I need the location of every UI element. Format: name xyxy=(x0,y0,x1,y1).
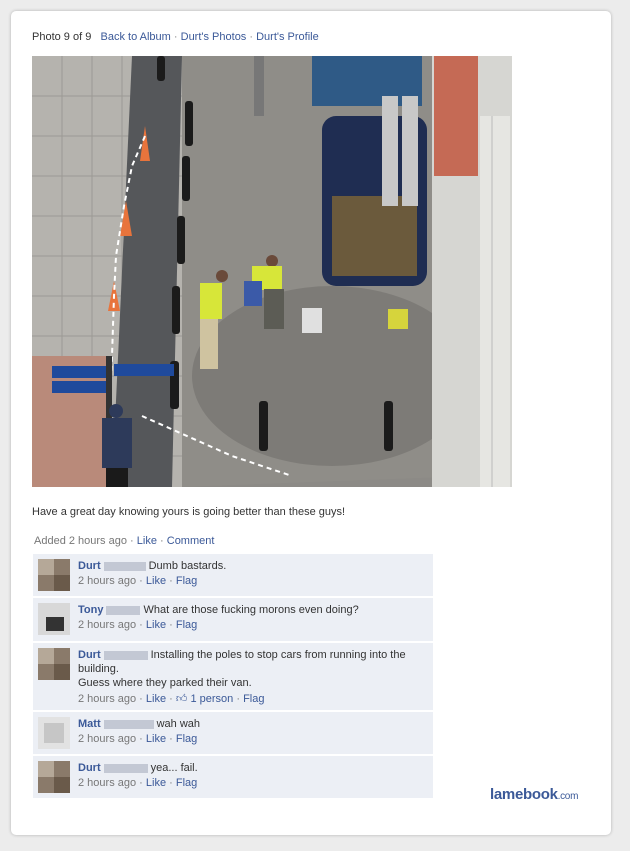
like-count-link[interactable]: 👍︎ 1 person xyxy=(176,693,233,705)
back-to-album-link[interactable]: Back to Album xyxy=(101,31,171,43)
separator: · xyxy=(139,575,143,587)
comment-item: Durt Dumb bastards. 2 hours ago · Like · … xyxy=(33,554,433,597)
redacted-surname xyxy=(103,763,148,773)
comment-meta: 2 hours ago · Like · Flag xyxy=(78,733,427,745)
flag-link[interactable]: Flag xyxy=(176,575,197,587)
comment-like-link[interactable]: Like xyxy=(146,619,166,631)
commenter-name[interactable]: Durt xyxy=(78,649,101,661)
photo-nav: Photo 9 of 9 Back to Album · Durt's Phot… xyxy=(32,31,319,43)
comment-time: 2 hours ago xyxy=(78,733,137,745)
separator: · xyxy=(169,693,173,705)
separator: · xyxy=(169,619,173,631)
added-time: Added 2 hours ago xyxy=(34,535,127,547)
avatar[interactable] xyxy=(38,559,70,591)
comment-item: Durt Installing the poles to stop cars fr… xyxy=(33,643,433,711)
comment-meta: 2 hours ago · Like · Flag xyxy=(78,777,427,789)
comment-time: 2 hours ago xyxy=(78,619,137,631)
comment-time: 2 hours ago xyxy=(78,575,137,587)
photo-caption: Have a great day knowing yours is going … xyxy=(32,506,346,518)
separator: · xyxy=(169,733,173,745)
separator: · xyxy=(139,777,143,789)
comment-list: Durt Dumb bastards. 2 hours ago · Like · … xyxy=(33,554,433,800)
flag-link[interactable]: Flag xyxy=(176,619,197,631)
separator: · xyxy=(173,31,178,43)
separator: · xyxy=(139,619,143,631)
photo-counter: Photo 9 of 9 xyxy=(32,31,92,43)
owner-profile-link[interactable]: Durt's Profile xyxy=(256,31,319,43)
post-meta: Added 2 hours ago · Like · Comment xyxy=(34,535,214,547)
comment-meta: 2 hours ago · Like · Flag xyxy=(78,575,427,587)
flag-link[interactable]: Flag xyxy=(243,693,264,705)
commenter-name[interactable]: Tony xyxy=(78,604,103,616)
main-photo[interactable] xyxy=(32,56,512,487)
comment-like-link[interactable]: Like xyxy=(146,575,166,587)
redacted-surname xyxy=(103,561,146,571)
comment-text: wah wah xyxy=(156,718,201,730)
avatar[interactable] xyxy=(38,761,70,793)
commenter-name[interactable]: Matt xyxy=(78,718,101,730)
watermark-logo: lamebook.com xyxy=(490,786,578,803)
watermark-tld: .com xyxy=(557,791,579,802)
redacted-surname xyxy=(103,719,154,729)
comment-time: 2 hours ago xyxy=(78,777,137,789)
separator: · xyxy=(160,535,164,547)
comment-meta: 2 hours ago · Like · 👍︎ 1 person · Flag xyxy=(78,692,427,705)
comment-like-link[interactable]: Like xyxy=(146,777,166,789)
comment-body: Matt wah wah xyxy=(78,717,427,731)
redacted-surname xyxy=(103,650,148,660)
comment-text-line2: Guess where they parked their van. xyxy=(78,677,252,689)
comment-text: yea... fail. xyxy=(150,762,198,774)
comment-text: What are those fucking morons even doing… xyxy=(143,604,359,616)
watermark-brand: lamebook xyxy=(490,786,558,803)
thumbs-up-icon: 👍︎ xyxy=(175,693,188,705)
comment-body: Tony What are those fucking morons even d… xyxy=(78,603,427,617)
comment-item: Durt yea... fail. 2 hours ago · Like · Fl… xyxy=(33,756,433,799)
comment-time: 2 hours ago xyxy=(78,693,137,705)
separator: · xyxy=(249,31,254,43)
comment-item: Tony What are those fucking morons even d… xyxy=(33,598,433,642)
like-count: 1 person xyxy=(190,693,234,705)
comment-item: Matt wah wah 2 hours ago · Like · Flag xyxy=(33,712,433,755)
separator: · xyxy=(130,535,134,547)
commenter-name[interactable]: Durt xyxy=(78,560,101,572)
redacted-surname xyxy=(106,605,141,615)
comment-like-link[interactable]: Like xyxy=(146,693,166,705)
like-link[interactable]: Like xyxy=(137,535,157,547)
flag-link[interactable]: Flag xyxy=(176,733,197,745)
separator: · xyxy=(169,777,173,789)
comment-body: Durt yea... fail. xyxy=(78,761,427,775)
commenter-name[interactable]: Durt xyxy=(78,762,101,774)
comment-text: Dumb bastards. xyxy=(148,560,227,572)
comment-body: Durt Installing the poles to stop cars fr… xyxy=(78,648,427,690)
separator: · xyxy=(236,693,240,705)
street-scene-image xyxy=(32,56,512,487)
avatar[interactable] xyxy=(38,717,70,749)
flag-link[interactable]: Flag xyxy=(176,777,197,789)
separator: · xyxy=(139,693,143,705)
avatar[interactable] xyxy=(38,648,70,680)
comment-like-link[interactable]: Like xyxy=(146,733,166,745)
separator: · xyxy=(139,733,143,745)
avatar[interactable] xyxy=(38,603,70,635)
separator: · xyxy=(169,575,173,587)
comment-body: Durt Dumb bastards. xyxy=(78,559,427,573)
comment-meta: 2 hours ago · Like · Flag xyxy=(78,619,427,631)
comment-link[interactable]: Comment xyxy=(167,535,215,547)
owner-photos-link[interactable]: Durt's Photos xyxy=(181,31,247,43)
